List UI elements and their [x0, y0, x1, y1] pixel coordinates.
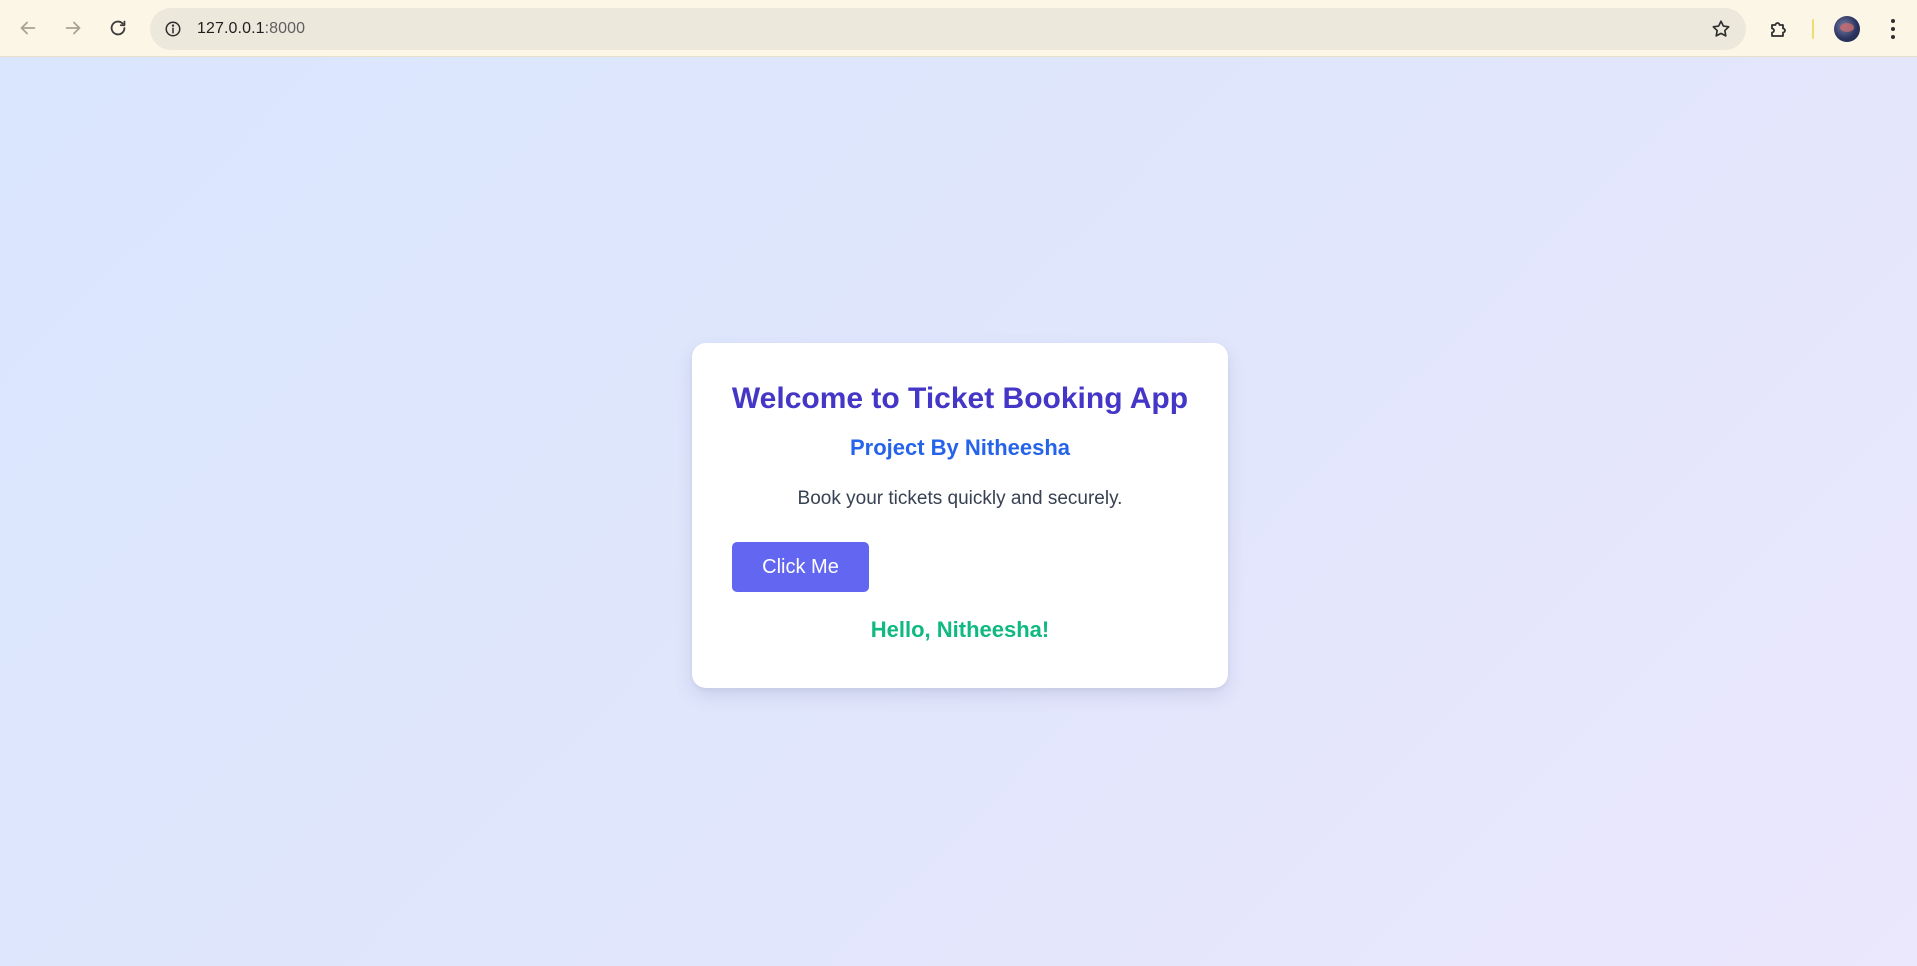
browser-toolbar: 127.0.0.1:8000	[0, 0, 1917, 57]
forward-button[interactable]	[55, 10, 91, 46]
click-me-button[interactable]: Click Me	[732, 542, 869, 592]
page-viewport: Welcome to Ticket Booking App Project By…	[0, 57, 1917, 966]
arrow-left-icon	[20, 21, 36, 35]
project-subtitle: Project By Nitheesha	[849, 435, 1071, 460]
welcome-card: Welcome to Ticket Booking App Project By…	[692, 343, 1228, 688]
url-text[interactable]: 127.0.0.1:8000	[197, 8, 305, 50]
avatar[interactable]	[1834, 16, 1860, 42]
puzzle-icon	[1771, 22, 1786, 37]
kebab-menu-icon	[1891, 19, 1895, 39]
reload-icon	[110, 20, 126, 36]
browser-menu-button[interactable]	[1878, 12, 1908, 46]
back-button[interactable]	[10, 10, 46, 46]
bookmark-button[interactable]	[1706, 14, 1736, 44]
url-port: :8000	[264, 20, 306, 37]
reload-button[interactable]	[100, 10, 136, 46]
page-title: Welcome to Ticket Booking App	[731, 382, 1189, 415]
toolbar-divider	[1812, 19, 1814, 39]
address-bar[interactable]: 127.0.0.1:8000	[150, 8, 1746, 50]
info-icon	[165, 21, 181, 37]
url-host: 127.0.0.1	[197, 20, 265, 37]
site-info-button[interactable]	[158, 14, 188, 44]
page-description: Book your tickets quickly and securely.	[797, 488, 1123, 509]
extensions-button[interactable]	[1762, 12, 1796, 46]
avatar-image	[1840, 23, 1854, 32]
star-icon	[1712, 20, 1730, 37]
arrow-right-icon	[65, 21, 81, 35]
greeting-message: Hello, Nitheesha!	[870, 617, 1050, 642]
